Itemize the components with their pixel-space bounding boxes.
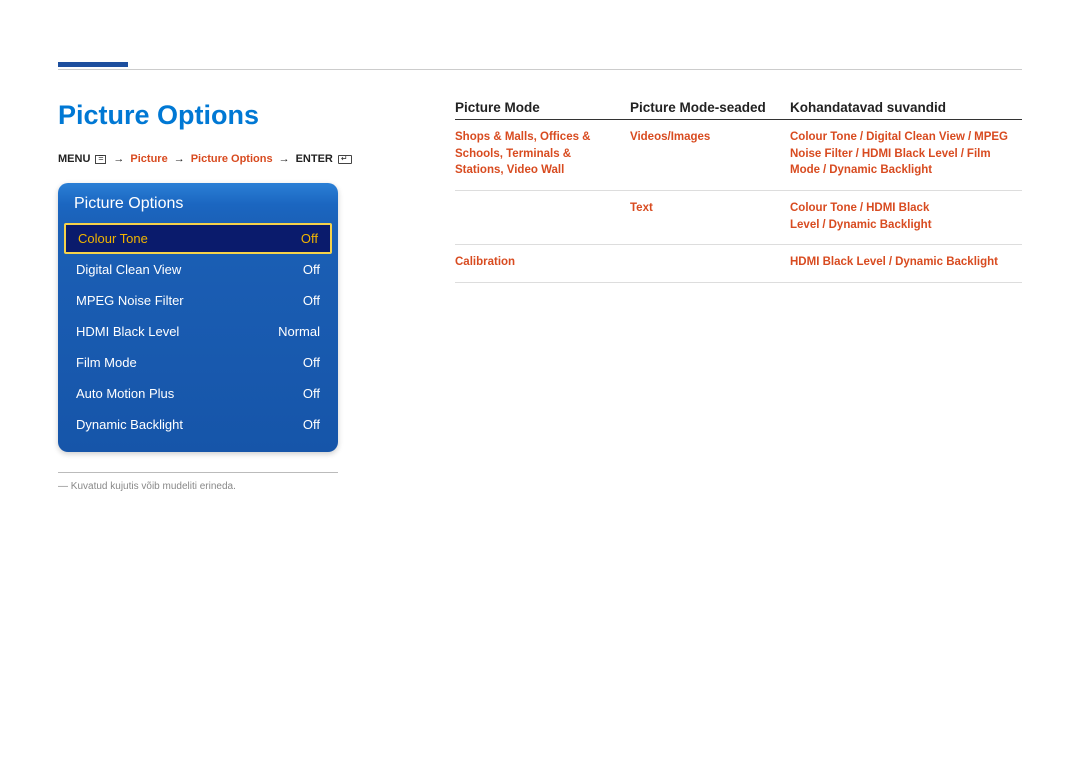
table-row: Shops & Malls, Offices & Schools, Termin… — [455, 120, 1022, 191]
enter-icon — [338, 155, 352, 164]
osd-row[interactable]: Dynamic Backlight Off — [58, 409, 338, 440]
table-row: TextColour Tone/HDMI Black Level/Dynamic… — [455, 191, 1022, 245]
osd-row[interactable]: Digital Clean View Off — [58, 254, 338, 285]
table-cell-seaded: Videos/Images — [630, 129, 790, 146]
table-cell-options: Colour Tone/Digital Clean View/MPEG Nois… — [790, 129, 1022, 179]
options-table: Picture Mode Picture Mode-seaded Kohanda… — [455, 100, 1022, 283]
osd-row[interactable]: Colour Tone Off — [64, 223, 332, 254]
page-title: Picture Options — [58, 100, 398, 131]
arrow-icon: → — [279, 153, 290, 165]
osd-row-value: Off — [303, 417, 320, 432]
osd-row-label: Film Mode — [76, 355, 137, 370]
osd-row-label: Colour Tone — [78, 231, 148, 246]
breadcrumb-step: Picture — [130, 153, 167, 165]
footnote-rule — [58, 472, 338, 473]
osd-row-value: Off — [301, 231, 318, 246]
osd-row-value: Off — [303, 293, 320, 308]
osd-row-value: Normal — [278, 324, 320, 339]
osd-row-label: Dynamic Backlight — [76, 417, 183, 432]
accent-rule — [58, 62, 128, 67]
horizontal-rule — [58, 69, 1022, 70]
breadcrumb-menu-label: MENU — [58, 153, 90, 165]
osd-header: Picture Options — [58, 183, 338, 223]
table-header-row: Picture Mode Picture Mode-seaded Kohanda… — [455, 100, 1022, 120]
table-cell-options: Colour Tone/HDMI Black Level/Dynamic Bac… — [790, 200, 1022, 233]
arrow-icon: → — [174, 153, 185, 165]
table-row: Calibration HDMI Black Level/Dynamic Back… — [455, 245, 1022, 283]
osd-row-label: Auto Motion Plus — [76, 386, 174, 401]
breadcrumb-enter-label: ENTER — [296, 153, 333, 165]
table-header: Picture Mode — [455, 100, 630, 115]
osd-row-value: Off — [303, 262, 320, 277]
osd-row-label: MPEG Noise Filter — [76, 293, 184, 308]
breadcrumb: MENU ☰ → Picture → Picture Options → ENT… — [58, 153, 398, 165]
table-cell-mode: Shops & Malls, Offices & Schools, Termin… — [455, 129, 630, 179]
table-cell-seaded: Text — [630, 200, 790, 217]
left-column: Picture Options MENU ☰ → Picture → Pictu… — [58, 100, 398, 492]
menu-icon: ☰ — [95, 155, 106, 164]
osd-row[interactable]: MPEG Noise Filter Off — [58, 285, 338, 316]
footnote: ― Kuvatud kujutis võib mudeliti erineda. — [58, 481, 398, 492]
osd-row-value: Off — [303, 386, 320, 401]
osd-row-label: Digital Clean View — [76, 262, 181, 277]
osd-row-value: Off — [303, 355, 320, 370]
table-header: Picture Mode-seaded — [630, 100, 790, 115]
osd-row[interactable]: HDMI Black Level Normal — [58, 316, 338, 347]
footnote-text: Kuvatud kujutis võib mudeliti erineda. — [71, 481, 236, 492]
arrow-icon: → — [113, 153, 124, 165]
table-body: Shops & Malls, Offices & Schools, Termin… — [455, 120, 1022, 283]
table-cell-mode: Calibration — [455, 254, 630, 271]
osd-row[interactable]: Film Mode Off — [58, 347, 338, 378]
table-header: Kohandatavad suvandid — [790, 100, 1022, 115]
table-cell-options: HDMI Black Level/Dynamic Backlight — [790, 254, 1022, 271]
osd-list: Colour ToneOffDigital Clean ViewOffMPEG … — [58, 223, 338, 440]
footnote-dash: ― — [58, 481, 68, 492]
right-column: Picture Mode Picture Mode-seaded Kohanda… — [455, 100, 1022, 283]
osd-row-label: HDMI Black Level — [76, 324, 179, 339]
breadcrumb-step: Picture Options — [191, 153, 273, 165]
osd-panel: Picture Options Colour ToneOffDigital Cl… — [58, 183, 338, 452]
osd-row[interactable]: Auto Motion Plus Off — [58, 378, 338, 409]
